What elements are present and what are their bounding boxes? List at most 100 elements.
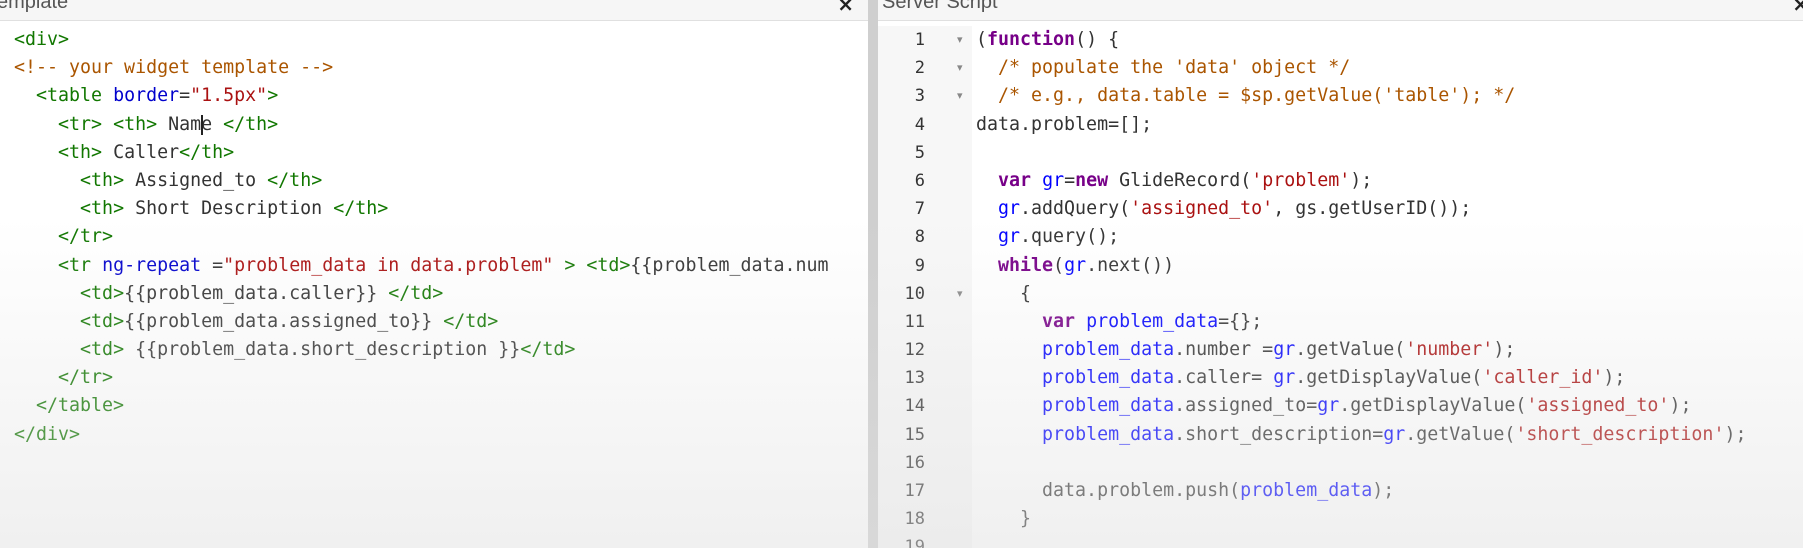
code-token-tag: <th> [58, 141, 103, 163]
code-text: ); [1669, 395, 1692, 417]
fold-toggle-icon[interactable]: ▾ [957, 280, 963, 308]
script-code-text: } [976, 505, 1031, 533]
code-text: .short_description= [1174, 423, 1384, 445]
template-panel-close-icon[interactable]: × [837, 0, 854, 16]
line-number: 14 [904, 396, 925, 417]
server-script-code-editor[interactable]: 1 ▾ ( function() { 2 ▾ /* populate the 'data'… [878, 26, 1803, 548]
fold-toggle-icon[interactable]: ▾ [957, 82, 963, 110]
fold-toggle-icon[interactable]: ▾ [957, 26, 963, 54]
template-code-line: <td>{{problem_data.caller}} </td> [0, 280, 868, 308]
code-text: ( [1053, 254, 1065, 276]
code-token-kw: function [987, 29, 1076, 50]
template-code-text: <td>{{problem_data.assigned_to}} </td> [0, 308, 868, 336]
code-token-tag: </th> [179, 141, 235, 163]
template-code-line: <tr> <th> Name </th> [0, 111, 868, 139]
script-code-line: 15 problem_data.short_description=gr.get… [878, 421, 1803, 449]
code-text: } [976, 508, 1032, 530]
code-token-attr: border [113, 85, 180, 107]
script-code-text: data.problem=[]; [976, 111, 1152, 139]
code-token-var: gr [1317, 395, 1340, 417]
code-token-str: "problem_data in data.problem" [223, 254, 554, 276]
code-token-tag: <th> [113, 113, 158, 135]
code-text: = [1064, 169, 1076, 191]
code-token-tag: </th> [267, 169, 323, 191]
code-token-kw: while [998, 254, 1054, 276]
template-code-editor[interactable]: <div> <!-- your widget template --> <tabl… [0, 26, 868, 548]
code-text: Assigned_to [124, 169, 268, 191]
template-code-text: <th> Short Description </th> [0, 195, 868, 223]
code-token-str: 'assigned_to' [1526, 395, 1670, 417]
code-token-var: gr [998, 226, 1021, 248]
panel-splitter[interactable] [868, 0, 878, 548]
code-text: () { [1075, 29, 1120, 50]
code-text: .getValue( [1405, 423, 1516, 445]
script-code-line: 1 ▾ (function() { [878, 26, 1803, 54]
line-number: 6 [914, 170, 925, 191]
code-token-tag: <tr> [58, 113, 103, 135]
template-code-line: <td> {{problem_data.short_description }}… [0, 336, 868, 364]
template-code-text: <tr> <th> Name </th> [0, 111, 868, 139]
code-token-tag: > [564, 254, 576, 276]
code-token-tag: <td> [80, 339, 125, 361]
code-token-str: "1.5px" [190, 85, 268, 107]
line-number: 2 [914, 58, 925, 79]
template-code-line: <table border="1.5px"> [0, 82, 868, 110]
script-code-text: /* populate the 'data' object */ [976, 54, 1350, 82]
line-number: 13 [904, 368, 925, 389]
script-code-text: problem_data.assigned_to=gr.getDisplayVa… [976, 392, 1691, 420]
server-script-panel-header: Server Script × [878, 0, 1803, 21]
code-text: {{problem_data.short_description }} [124, 339, 521, 361]
code-text: .getDisplayValue( [1295, 367, 1483, 389]
code-token-tag: </td> [388, 282, 444, 304]
template-code-line: </div> [0, 421, 868, 449]
template-code-line: <!-- your widget template --> [0, 54, 868, 82]
fold-toggle-icon[interactable]: ▾ [957, 54, 963, 82]
template-code-text: </div> [0, 421, 868, 449]
script-code-text: problem_data.caller= gr.getDisplayValue(… [976, 364, 1625, 392]
script-code-line: 2 ▾ /* populate the 'data' object */ [878, 54, 1803, 82]
line-number: 5 [914, 142, 925, 163]
code-token-tag: </th> [333, 198, 389, 220]
code-text: .addQuery( [1020, 198, 1131, 220]
code-text: .getValue( [1295, 339, 1406, 361]
server-script-panel-close-icon[interactable]: × [1792, 0, 1803, 16]
template-code-line: <th> Caller</th> [0, 139, 868, 167]
code-token-var: problem_data [1240, 480, 1373, 501]
line-number: 15 [904, 424, 925, 445]
template-code-line: </tr> [0, 223, 868, 251]
script-code-line: 9 while(gr.next()) [878, 252, 1803, 280]
template-code-text: <td> {{problem_data.short_description }}… [0, 336, 868, 364]
code-token-str: 'short_description' [1515, 423, 1725, 445]
script-code-line: 12 problem_data.number =gr.getValue('num… [878, 336, 1803, 364]
code-text: data.problem.push( [976, 480, 1241, 501]
code-text: {{problem_data.caller}} [124, 282, 389, 304]
script-code-text: problem_data.short_description=gr.getVal… [976, 421, 1746, 449]
line-number: 18 [904, 509, 925, 530]
code-text: data.problem=[]; [976, 113, 1153, 135]
code-token-kw: var [1042, 310, 1076, 332]
line-number: 12 [904, 340, 925, 361]
line-number: 1 [914, 30, 925, 50]
line-number: 7 [914, 199, 925, 220]
code-token-var: gr [1064, 254, 1087, 276]
template-code-line: <div> [0, 26, 868, 54]
code-token-tag: </tr> [58, 226, 114, 248]
code-token-str: 'problem' [1251, 169, 1351, 191]
line-number: 17 [904, 481, 925, 501]
template-code-text: </tr> [0, 364, 868, 392]
